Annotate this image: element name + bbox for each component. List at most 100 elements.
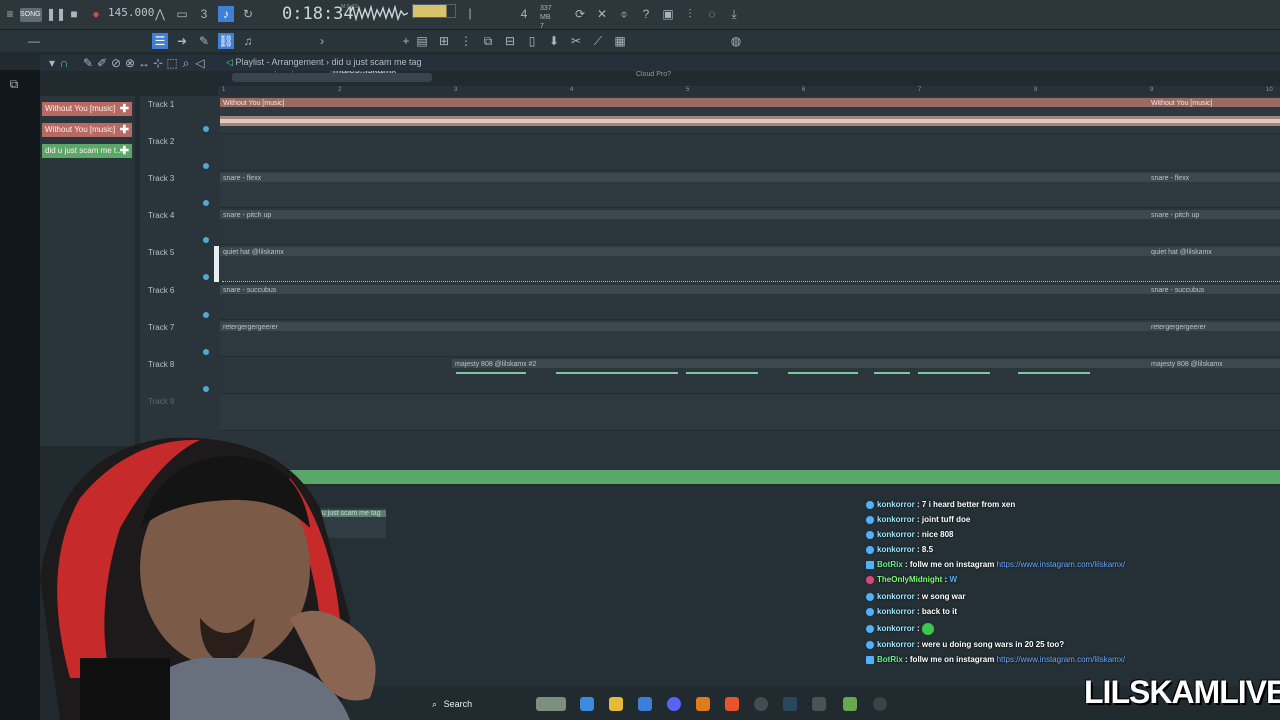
horizontal-scrollbar[interactable]	[232, 73, 432, 82]
pattern-clip[interactable]	[220, 173, 1150, 182]
wait-input-icon[interactable]: ▭	[174, 6, 190, 22]
channel-rack-icon[interactable]: ⊞	[436, 33, 452, 49]
chat-link[interactable]: https://www.instagram.com/lilskamx/	[997, 655, 1125, 664]
pattern-clip[interactable]	[452, 359, 1150, 368]
microphone-icon[interactable]: ⌽	[616, 6, 632, 22]
piano-roll-icon[interactable]: ▤	[414, 33, 430, 49]
track-name[interactable]: Track 6	[148, 286, 208, 295]
folder-icon[interactable]: ⧉	[6, 76, 22, 92]
plugin-icon[interactable]: ⧉	[480, 33, 496, 49]
track-mute-led[interactable]	[203, 386, 209, 392]
tools-icon[interactable]: ✂	[568, 33, 584, 49]
close-x-icon[interactable]: ✕	[594, 6, 610, 22]
app-icon[interactable]	[873, 697, 887, 711]
add-pattern-icon[interactable]: +	[398, 33, 414, 49]
breadcrumb-arrangement[interactable]: Playlist - Arrangement	[235, 57, 323, 67]
app-icon[interactable]	[843, 697, 857, 711]
obs-icon[interactable]	[754, 697, 768, 711]
playlist-icon[interactable]: ☰	[152, 33, 168, 49]
track-mute-led[interactable]	[203, 237, 209, 243]
metronome-icon[interactable]: ⋀	[152, 6, 168, 22]
menu-icon[interactable]: ≡	[2, 6, 18, 22]
breadcrumb-pattern[interactable]: did u just scam me tag	[332, 57, 422, 67]
chat-icon[interactable]: ◌	[704, 6, 720, 22]
track-name[interactable]: Track 5	[148, 248, 208, 257]
track-name[interactable]: Track 4	[148, 211, 208, 220]
plug-icon[interactable]: ⟋	[590, 33, 606, 49]
copilot-icon[interactable]	[580, 697, 594, 711]
pattern-clip[interactable]	[220, 285, 1150, 294]
blend-notes-icon[interactable]: ♪	[218, 6, 234, 22]
track-name[interactable]: Track 3	[148, 174, 208, 183]
file-icon[interactable]: ▯	[524, 33, 540, 49]
help-icon[interactable]: ?	[638, 6, 654, 22]
track-name[interactable]: Track 9	[148, 397, 208, 406]
shop-icon[interactable]: ▦	[612, 33, 628, 49]
track-lane[interactable]	[220, 134, 1280, 171]
picker-item[interactable]: Without You [music] ✚	[42, 123, 132, 137]
picker-item-label: did u just scam me t...	[45, 146, 123, 155]
top-toolbar: ≡ SONG ❚❚ ■ ● 145.000 ⋀ ▭ 3 ♪ ↻ 0:18:34 …	[0, 0, 1280, 30]
pattern-clip[interactable]	[220, 210, 1150, 219]
pattern-clip[interactable]	[220, 247, 1150, 256]
note-bar	[686, 372, 758, 374]
timeline-ruler[interactable]	[218, 86, 1280, 96]
user-badge-icon	[866, 625, 874, 633]
pause-icon[interactable]: ❚❚	[46, 6, 66, 22]
plus-icon[interactable]: ✚	[120, 102, 129, 116]
track-name[interactable]: Track 2	[148, 137, 208, 146]
track-mute-led[interactable]	[203, 349, 209, 355]
track-mute-led[interactable]	[203, 274, 209, 280]
channel-rack-bar[interactable]	[280, 470, 1280, 484]
record-icon[interactable]: ●	[88, 6, 104, 22]
playback-tool-icon[interactable]: ◁	[192, 55, 208, 71]
stop-icon[interactable]: ■	[66, 6, 82, 22]
app-icon[interactable]	[812, 697, 826, 711]
track-name[interactable]: Track 1	[148, 100, 208, 109]
mixer-view-icon[interactable]: ⋮	[458, 33, 474, 49]
picker-item[interactable]: Without You [music] ✚	[42, 102, 132, 116]
pin-icon[interactable]: ⬇	[546, 33, 562, 49]
pattern-clip[interactable]	[220, 322, 1150, 331]
file-explorer-icon[interactable]	[609, 697, 623, 711]
steam-icon[interactable]	[783, 697, 797, 711]
slider-icon[interactable]: —	[26, 33, 42, 49]
piano-icon[interactable]: ♫	[240, 33, 256, 49]
track-mute-led[interactable]	[203, 312, 209, 318]
chat-username: konkorror	[877, 624, 915, 634]
cloud-icon[interactable]: ◍	[728, 33, 744, 49]
save-icon[interactable]: ▣	[660, 6, 676, 22]
arrow-right-icon[interactable]: ➜	[174, 33, 190, 49]
audio-clip[interactable]	[220, 98, 1150, 107]
mixer-icon[interactable]: ⫶	[682, 6, 698, 22]
loop-record-icon[interactable]: ↻	[240, 6, 256, 22]
tempo-display[interactable]: 145.000	[108, 6, 154, 19]
download-icon[interactable]: ⤓	[726, 6, 742, 22]
song-position[interactable]: 0:18:34	[282, 3, 354, 25]
picker-item[interactable]: did u just scam me t... ✚	[42, 144, 132, 158]
store-icon[interactable]	[638, 697, 652, 711]
track-mute-led[interactable]	[203, 126, 209, 132]
pencil-icon[interactable]: ✎	[196, 33, 212, 49]
plus-icon[interactable]: ✚	[120, 123, 129, 137]
brave-icon[interactable]	[725, 697, 739, 711]
chat-link[interactable]: https://www.instagram.com/lilskamx/	[997, 560, 1125, 569]
link-icon[interactable]: ⛓	[218, 33, 234, 49]
track-name[interactable]: Track 8	[148, 360, 208, 369]
track-mute-led[interactable]	[203, 200, 209, 206]
plus-icon[interactable]: ✚	[120, 144, 129, 158]
chat-text: nice 808	[921, 530, 954, 539]
discord-icon[interactable]	[667, 697, 681, 711]
widget-icon[interactable]	[536, 697, 566, 711]
taskbar-search[interactable]: ⌕ Search	[424, 695, 544, 713]
fl-studio-icon[interactable]	[696, 697, 710, 711]
song-mode-button[interactable]: SONG	[20, 8, 42, 22]
track-name[interactable]: Track 7	[148, 323, 208, 332]
track-mute-led[interactable]	[203, 163, 209, 169]
countdown-icon[interactable]: 3	[196, 6, 212, 22]
arrow-icon[interactable]: ›	[314, 33, 330, 49]
browser-icon[interactable]: ⊟	[502, 33, 518, 49]
master-pitch-icon[interactable]: |	[462, 5, 478, 21]
magnet-icon[interactable]: ∩	[56, 55, 72, 71]
refresh-icon[interactable]: ⟳	[572, 6, 588, 22]
